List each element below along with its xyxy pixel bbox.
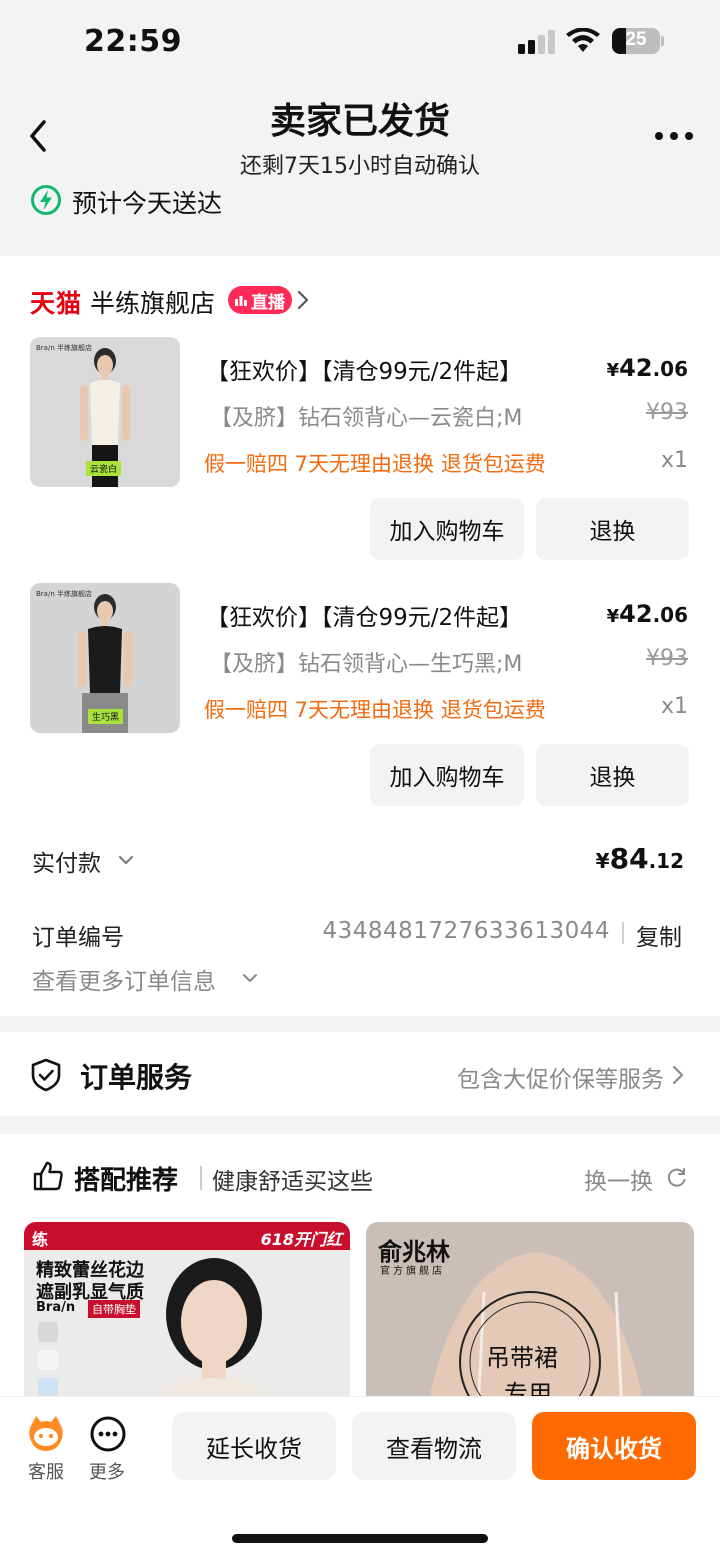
- divider: [622, 922, 624, 944]
- live-badge-label: 直播: [251, 292, 285, 313]
- return-exchange-button[interactable]: 退换: [536, 498, 689, 560]
- more-label[interactable]: 更多: [89, 1458, 125, 1484]
- product-quantity: x1: [660, 448, 688, 473]
- recommend-product-card[interactable]: 俞兆林 官方旗舰店 吊带裙 专用: [366, 1222, 694, 1412]
- recommend-product-card[interactable]: 练 618开门红 精致蕾丝花边 遮副乳显气质 Bra/n 自带胸垫: [24, 1222, 350, 1412]
- fast-delivery-icon: [31, 185, 61, 215]
- chevron-right-icon[interactable]: [296, 288, 310, 312]
- service-tags: 假一赔四 7天无理由退换 退货包运费: [204, 698, 546, 722]
- product-title[interactable]: 【狂欢价】【清仓99元/2件起】: [206, 352, 522, 386]
- divider: [200, 1166, 202, 1190]
- customer-service-label[interactable]: 客服: [28, 1458, 64, 1484]
- add-to-cart-button[interactable]: 加入购物车: [370, 498, 524, 560]
- chevron-right-icon[interactable]: [672, 1064, 684, 1086]
- thumb-color-label: 生巧黑: [88, 709, 124, 724]
- page-title: 卖家已发货: [269, 101, 450, 142]
- service-tags: 假一赔四 7天无理由退换 退货包运费: [204, 452, 546, 476]
- battery-icon: 25: [612, 28, 664, 54]
- status-time: 22:59: [84, 24, 182, 59]
- add-to-cart-button[interactable]: 加入购物车: [370, 744, 524, 806]
- product-price: ¥42.06: [606, 354, 688, 382]
- promo-brand-sub: 官方旗舰店: [380, 1266, 445, 1277]
- chevron-down-icon[interactable]: [242, 972, 258, 984]
- swap-button[interactable]: 换一换: [584, 1162, 653, 1196]
- thumbs-up-icon: [33, 1161, 63, 1191]
- confirm-receipt-button[interactable]: 确认收货: [532, 1412, 696, 1480]
- thumb-color-label: 云瓷白: [86, 461, 122, 476]
- view-logistics-button[interactable]: 查看物流: [352, 1412, 516, 1480]
- wifi-icon: [566, 28, 600, 52]
- live-bars-icon: [235, 296, 247, 306]
- auto-confirm-countdown: 还剩7天15小时自动确认: [240, 154, 480, 179]
- store-name[interactable]: 半练旗舰店: [90, 284, 215, 320]
- home-indicator[interactable]: [232, 1534, 488, 1543]
- recommend-subtitle: 健康舒适买这些: [212, 1169, 373, 1195]
- model-photo-illustration: [38, 1258, 274, 1412]
- product-title[interactable]: 【狂欢价】【清仓99元/2件起】: [206, 598, 522, 632]
- paid-amount-label[interactable]: 实付款: [32, 844, 101, 878]
- extend-receipt-button[interactable]: 延长收货: [172, 1412, 336, 1480]
- product-sku: 【及脐】钻石领背心—云瓷白;M: [210, 406, 523, 431]
- product-quantity: x1: [660, 694, 688, 719]
- live-badge[interactable]: 直播: [228, 286, 292, 314]
- order-number: 4348481727633613044: [322, 918, 610, 944]
- tmall-logo: 天猫: [30, 289, 83, 318]
- product-image[interactable]: Bra/n 半练旗舰店 云瓷白: [30, 337, 180, 487]
- original-price: ¥93: [646, 646, 688, 671]
- product-price: ¥42.06: [606, 600, 688, 628]
- paid-amount: ¥84.12: [595, 842, 684, 875]
- order-service-detail[interactable]: 包含大促价保等服务: [457, 1060, 664, 1094]
- more-icon[interactable]: [88, 1414, 128, 1454]
- battery-level: 25: [625, 29, 647, 50]
- recommend-title: 搭配推荐: [74, 1166, 179, 1196]
- order-number-label: 订单编号: [32, 925, 124, 951]
- copy-button[interactable]: 复制: [636, 918, 682, 952]
- chevron-down-icon[interactable]: [118, 854, 134, 866]
- delivery-estimate: 预计今天送达: [72, 189, 223, 218]
- customer-service-icon[interactable]: [26, 1414, 66, 1454]
- cellular-signal-icon: [518, 30, 555, 54]
- original-price: ¥93: [646, 400, 688, 425]
- shield-check-icon: [31, 1058, 61, 1092]
- product-sku: 【及脐】钻石领背心—生巧黑;M: [210, 652, 523, 677]
- more-options-icon[interactable]: [652, 124, 696, 148]
- more-order-info-link[interactable]: 查看更多订单信息: [32, 962, 216, 996]
- order-service-title: 订单服务: [80, 1061, 193, 1094]
- return-exchange-button[interactable]: 退换: [536, 744, 689, 806]
- promo-stamp-text: 吊带裙: [486, 1344, 558, 1372]
- refresh-icon[interactable]: [666, 1166, 688, 1188]
- product-image[interactable]: Bra/n 半练旗舰店 生巧黑: [30, 583, 180, 733]
